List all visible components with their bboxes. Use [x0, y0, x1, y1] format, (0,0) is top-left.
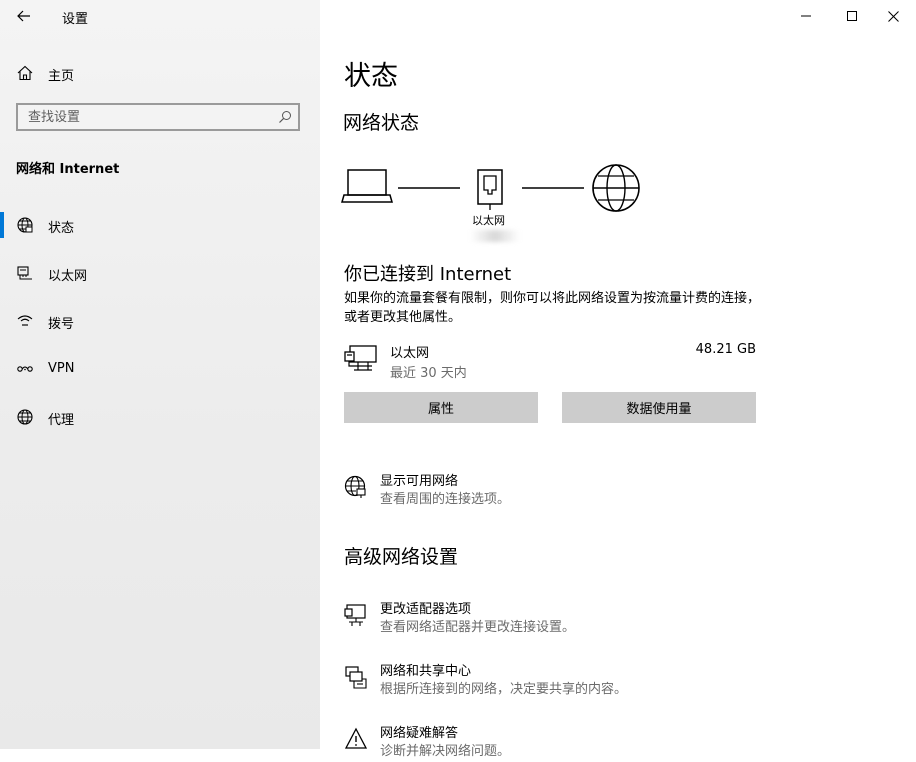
- ethernet-adapter-icon: [344, 345, 377, 371]
- selection-indicator: [0, 212, 4, 238]
- maximize-icon: [847, 11, 857, 21]
- connection-period: 最近 30 天内: [390, 366, 467, 381]
- sidebar-item-ethernet[interactable]: 以太网: [0, 256, 320, 290]
- app-title: 设置: [62, 12, 89, 27]
- sidebar-item-dialup[interactable]: 拨号: [0, 304, 320, 338]
- advanced-item-title: 网络疑难解答: [380, 726, 459, 741]
- advanced-item-desc: 根据所连接到的网络，决定要共享的内容。: [380, 682, 628, 697]
- sidebar-item-label: 代理: [48, 413, 75, 428]
- back-button[interactable]: [12, 4, 36, 28]
- redacted-text: [470, 230, 520, 242]
- back-arrow-icon: [17, 10, 30, 22]
- sidebar-item-home[interactable]: 主页: [0, 56, 320, 90]
- search-input[interactable]: [28, 108, 268, 126]
- sidebar-item-label: 拨号: [48, 317, 75, 332]
- sharing-center-link[interactable]: 网络和共享中心 根据所连接到的网络，决定要共享的内容。: [344, 660, 764, 700]
- connected-heading: 你已连接到 Internet: [344, 264, 512, 285]
- warning-icon: [344, 727, 368, 749]
- advanced-item-title: 更改适配器选项: [380, 602, 472, 617]
- laptop-icon: [341, 169, 393, 203]
- internet-globe-icon: [592, 164, 640, 212]
- dialup-icon: [17, 315, 33, 326]
- minimize-icon: [801, 15, 811, 17]
- troubleshoot-link[interactable]: 网络疑难解答 诊断并解决网络问题。: [344, 722, 764, 762]
- connection-usage: 48.21 GB: [695, 342, 756, 357]
- maximize-button[interactable]: [829, 0, 875, 32]
- properties-button[interactable]: 属性: [344, 392, 538, 423]
- advanced-item-desc: 查看网络适配器并更改连接设置。: [380, 620, 576, 635]
- globe-icon: [17, 409, 33, 425]
- diagram-adapter-label: 以太网: [472, 214, 505, 227]
- show-networks-desc: 查看周围的连接选项。: [380, 492, 511, 507]
- sidebar-item-vpn[interactable]: VPN: [0, 352, 320, 386]
- show-networks-title: 显示可用网络: [380, 474, 459, 489]
- sidebar-section-title: 网络和 Internet: [16, 162, 120, 177]
- close-icon: [887, 10, 899, 22]
- globe-network-icon: [344, 475, 366, 498]
- sidebar: 设置 主页 网络和 Internet 状态 以太网: [0, 0, 320, 749]
- connection-name: 以太网: [390, 346, 430, 361]
- advanced-item-title: 网络和共享中心: [380, 664, 472, 679]
- connected-description: 如果你的流量套餐有限制，则你可以将此网络设置为按流量计费的连接，或者更改其他属性…: [344, 291, 761, 325]
- sidebar-item-status[interactable]: 状态: [0, 208, 320, 242]
- advanced-item-desc: 诊断并解决网络问题。: [380, 744, 511, 759]
- close-button[interactable]: [870, 0, 916, 32]
- home-icon: [17, 65, 33, 81]
- sharing-center-icon: [345, 666, 367, 689]
- connection-row: 以太网 最近 30 天内 48.21 GB: [344, 342, 758, 382]
- minimize-button[interactable]: [783, 0, 829, 32]
- ethernet-port-icon: [477, 169, 503, 210]
- search-icon[interactable]: [278, 110, 292, 124]
- show-networks-link[interactable]: 显示可用网络 查看周围的连接选项。: [344, 470, 764, 510]
- search-box[interactable]: [16, 103, 300, 131]
- sidebar-item-label: 主页: [48, 69, 75, 84]
- data-usage-button[interactable]: 数据使用量: [562, 392, 756, 423]
- change-adapter-link[interactable]: 更改适配器选项 查看网络适配器并更改连接设置。: [344, 598, 764, 638]
- vpn-icon: [17, 366, 33, 372]
- advanced-heading: 高级网络设置: [344, 546, 459, 568]
- network-status-heading: 网络状态: [343, 112, 420, 134]
- sidebar-item-label: VPN: [48, 361, 75, 376]
- sidebar-item-label: 以太网: [48, 269, 88, 284]
- sidebar-item-proxy[interactable]: 代理: [0, 400, 320, 434]
- ethernet-icon: [17, 266, 32, 280]
- sidebar-item-label: 状态: [48, 221, 75, 236]
- page-title: 状态: [344, 61, 398, 92]
- adapter-icon: [344, 604, 366, 626]
- globe-status-icon: [17, 217, 33, 233]
